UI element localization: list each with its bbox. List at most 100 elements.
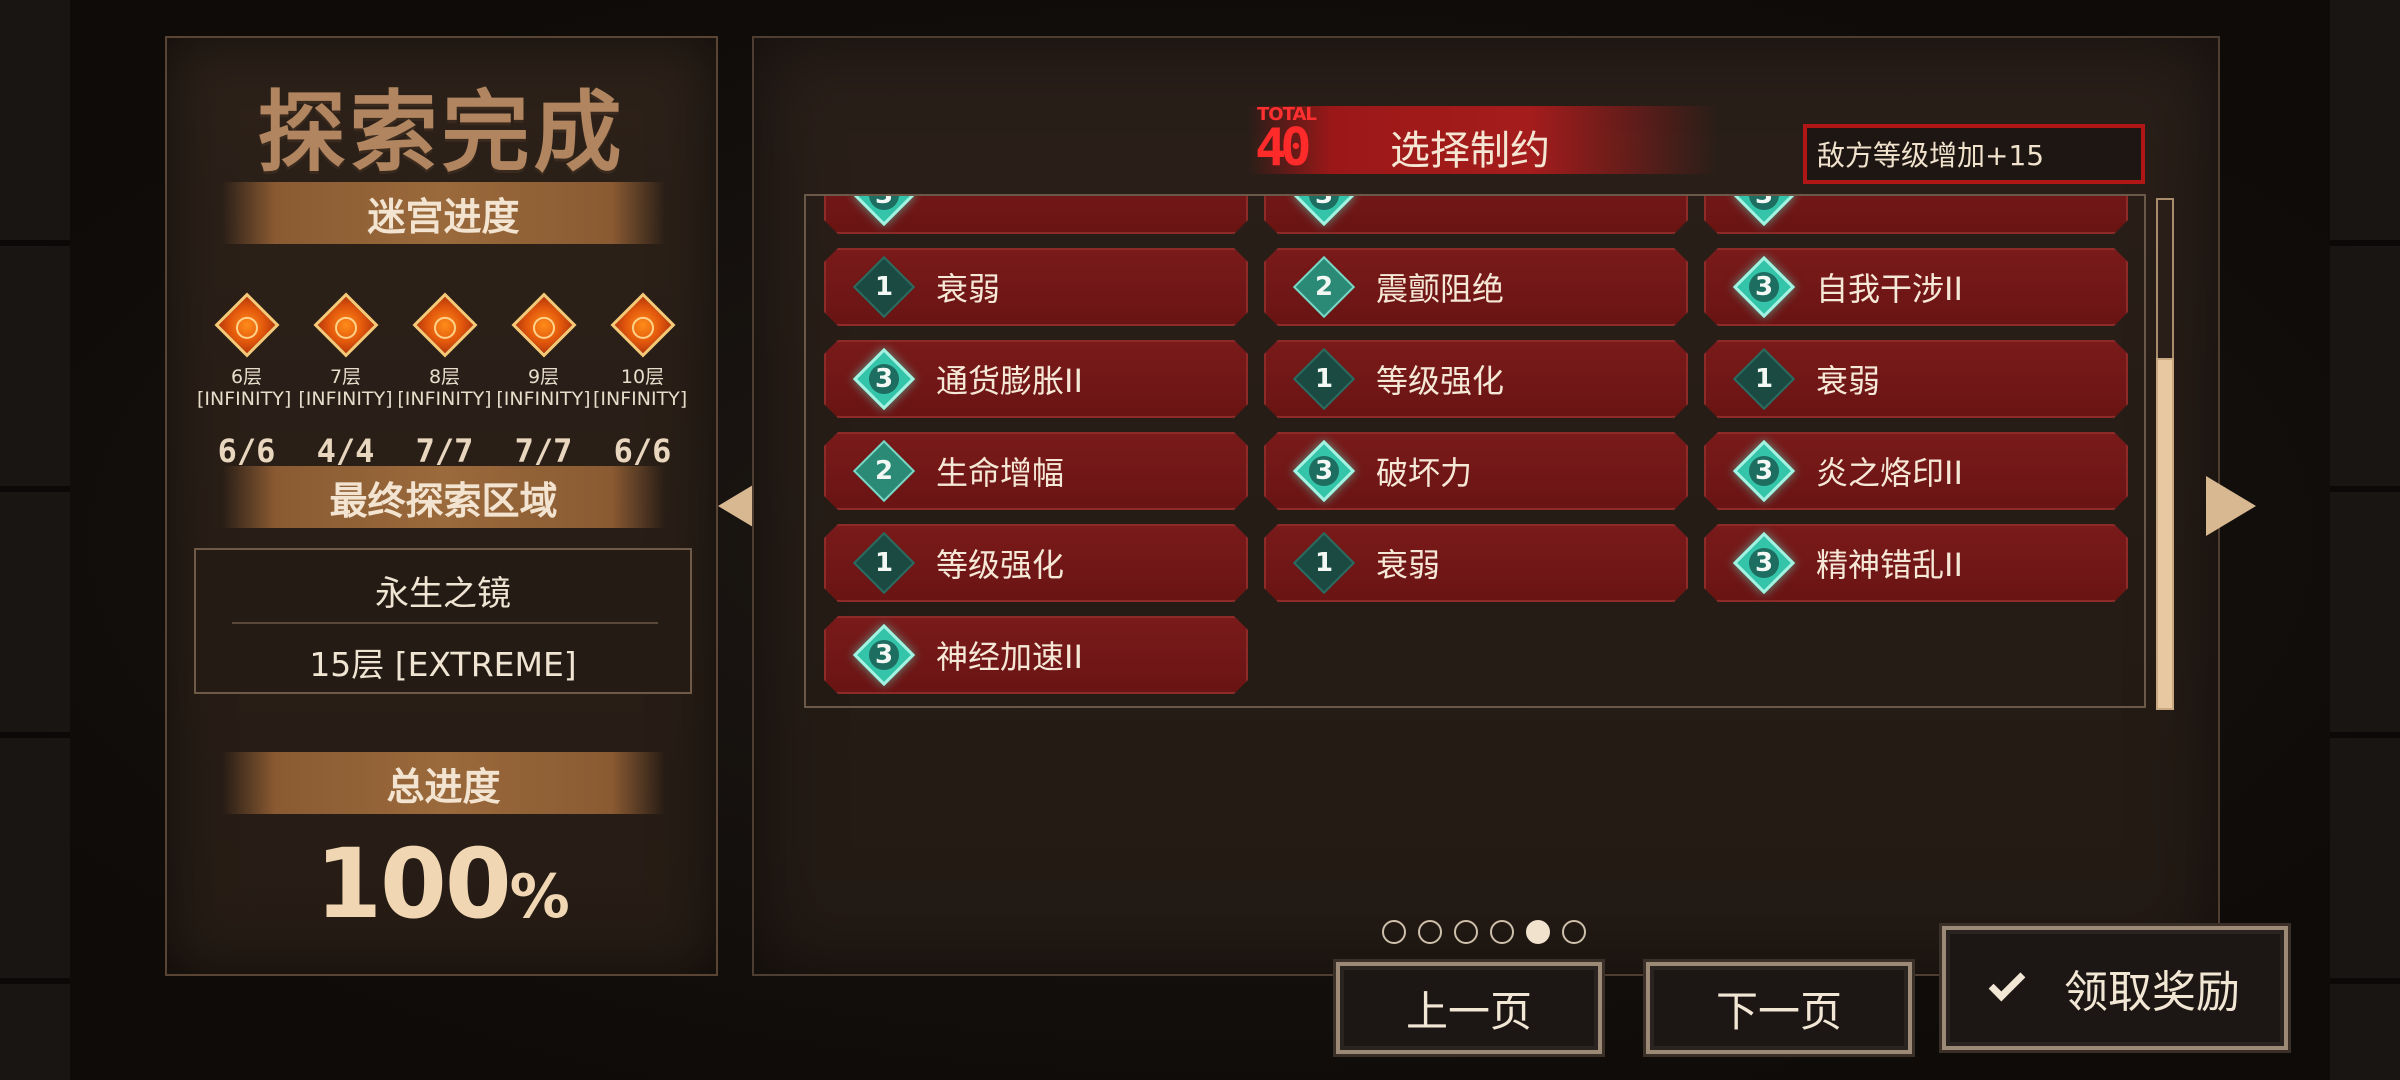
restriction-level: 3 xyxy=(1742,194,1786,217)
restriction-card[interactable]: 3 破坏力 xyxy=(1264,432,1688,510)
restriction-level-icon: 3 xyxy=(1302,449,1346,493)
restriction-card[interactable]: 3 精神错乱II xyxy=(1704,524,2128,602)
floor-difficulty: [INFINITY] xyxy=(298,388,393,410)
claim-reward-label: 领取奖励 xyxy=(2064,967,2240,1018)
restriction-card[interactable]: 3 xyxy=(824,194,1248,234)
floor-item: 6层 [INFINITY] 6/6 xyxy=(197,292,296,470)
page-dot[interactable] xyxy=(1490,920,1514,944)
total-progress-unit: % xyxy=(509,862,570,932)
restriction-level: 2 xyxy=(874,456,894,486)
restriction-level: 3 xyxy=(862,357,906,401)
restriction-level-icon: 1 xyxy=(1302,357,1346,401)
floor-medal-icon xyxy=(411,292,478,358)
restriction-card[interactable]: 3 神经加速II xyxy=(824,616,1248,694)
restriction-card[interactable]: 1 衰弱 xyxy=(1264,524,1688,602)
frame-left xyxy=(0,0,70,1080)
restriction-level-icon: 3 xyxy=(862,357,906,401)
divider xyxy=(232,622,658,624)
select-restriction-title: 选择制约 xyxy=(1390,128,1550,174)
floor-medal-icon xyxy=(609,292,676,358)
page-dot[interactable] xyxy=(1562,920,1586,944)
restriction-level-icon: 3 xyxy=(862,194,906,217)
restriction-label: 自我干涉II xyxy=(1816,270,1963,308)
floor-name: 6层 xyxy=(230,366,263,388)
restriction-level-icon: 3 xyxy=(1742,265,1786,309)
restriction-card[interactable]: 1 衰弱 xyxy=(1704,340,2128,418)
restriction-level-icon: 3 xyxy=(1742,541,1786,585)
final-region-name: 永生之镜 xyxy=(375,574,511,614)
restriction-level: 3 xyxy=(862,194,906,217)
page-dot[interactable] xyxy=(1418,920,1442,944)
floor-item: 10层 [INFINITY] 6/6 xyxy=(593,292,692,470)
restriction-level: 3 xyxy=(1742,265,1786,309)
total-value: 40 xyxy=(1255,118,1312,178)
restriction-level: 3 xyxy=(1302,194,1346,217)
restriction-label: 神经加速II xyxy=(936,638,1083,676)
final-region-header: 最终探索区域 xyxy=(222,466,665,528)
selected-effect-box: 敌方等级增加+15 xyxy=(1803,124,2145,184)
restriction-label: 震颤阻绝 xyxy=(1376,270,1505,308)
restriction-level-icon: 3 xyxy=(1742,194,1786,217)
restriction-label: 精神错乱II xyxy=(1816,546,1963,584)
restriction-level: 3 xyxy=(862,633,906,677)
total-badge: TOTAL 40 xyxy=(1251,104,1317,178)
restriction-label: 通货膨胀II xyxy=(936,362,1083,400)
restriction-card[interactable]: 2 震颤阻绝 xyxy=(1264,248,1688,326)
page-dot[interactable] xyxy=(1382,920,1406,944)
restriction-card[interactable]: 3 炎之烙印II xyxy=(1704,432,2128,510)
exploration-complete-title: 探索完成 xyxy=(257,81,626,184)
restriction-label: 生命增幅 xyxy=(936,454,1065,492)
restriction-card[interactable]: 3 通货膨胀II xyxy=(824,340,1248,418)
restriction-card[interactable]: 1 等级强化 xyxy=(1264,340,1688,418)
restriction-card[interactable]: 2 生命增幅 xyxy=(824,432,1248,510)
prev-page-button[interactable]: 上一页 xyxy=(1336,962,1602,1054)
restriction-label: 等级强化 xyxy=(936,546,1065,584)
floor-item: 9层 [INFINITY] 7/7 xyxy=(494,292,593,470)
floor-medal-icon xyxy=(213,292,280,358)
final-region-floor: 15层 [EXTREME] xyxy=(309,645,577,684)
restriction-level: 1 xyxy=(1314,548,1334,578)
restriction-level: 3 xyxy=(1302,449,1346,493)
floor-medal-icon xyxy=(312,292,379,358)
restriction-level: 1 xyxy=(874,548,894,578)
restriction-level: 1 xyxy=(1754,364,1774,394)
floor-count: 6/6 xyxy=(613,432,672,470)
restriction-card[interactable]: 3 xyxy=(1704,194,2128,234)
restriction-label: 衰弱 xyxy=(936,270,1001,308)
restriction-level-icon: 1 xyxy=(862,265,906,309)
claim-reward-button[interactable]: 领取奖励 xyxy=(1942,926,2288,1050)
scrollbar-thumb[interactable] xyxy=(2156,358,2174,710)
total-progress-number: 100 xyxy=(315,828,511,940)
floor-count: 7/7 xyxy=(415,432,474,470)
next-page-button[interactable]: 下一页 xyxy=(1646,962,1912,1054)
floor-medal-icon xyxy=(510,292,577,358)
restriction-card[interactable]: 1 等级强化 xyxy=(824,524,1248,602)
restriction-level-icon: 3 xyxy=(1302,194,1346,217)
screen: 探索完成 迷宫进度 6层 [INFINITY] 6/6 7层 [INFINITY… xyxy=(0,0,2400,1080)
floor-count: 6/6 xyxy=(217,432,276,470)
restriction-level-icon: 2 xyxy=(1302,265,1346,309)
floor-difficulty: [INFINITY] xyxy=(496,388,591,410)
restriction-level: 3 xyxy=(1742,449,1786,493)
restriction-level-icon: 3 xyxy=(862,633,906,677)
floor-name: 10层 xyxy=(620,366,665,388)
restriction-level-icon: 1 xyxy=(1742,357,1786,401)
restriction-list[interactable]: 3 3 3 1 衰弱 2 震颤阻绝 3 自我干涉II 3 通货膨胀II 1 等级强化 1 衰弱 2 生命增幅 3 破… xyxy=(804,194,2146,708)
floor-difficulty: [INFINITY] xyxy=(593,388,688,410)
restriction-label: 衰弱 xyxy=(1816,362,1881,400)
restriction-level: 1 xyxy=(1314,364,1334,394)
restriction-card[interactable]: 3 自我干涉II xyxy=(1704,248,2128,326)
restriction-card[interactable]: 1 衰弱 xyxy=(824,248,1248,326)
page-dot[interactable] xyxy=(1454,920,1478,944)
final-region-box: 永生之镜 15层 [EXTREME] xyxy=(194,548,692,694)
floor-name: 9层 xyxy=(527,366,560,388)
floor-progress-list: 6层 [INFINITY] 6/6 7层 [INFINITY] 4/4 8层 [… xyxy=(197,292,692,470)
page-right-arrow-icon[interactable] xyxy=(2206,476,2256,536)
floor-name: 8层 xyxy=(428,366,461,388)
restriction-level: 2 xyxy=(1314,272,1334,302)
floor-count: 4/4 xyxy=(316,432,375,470)
restriction-label: 炎之烙印II xyxy=(1816,454,1963,492)
page-dot[interactable] xyxy=(1526,920,1550,944)
restriction-label: 等级强化 xyxy=(1376,362,1505,400)
restriction-card[interactable]: 3 xyxy=(1264,194,1688,234)
